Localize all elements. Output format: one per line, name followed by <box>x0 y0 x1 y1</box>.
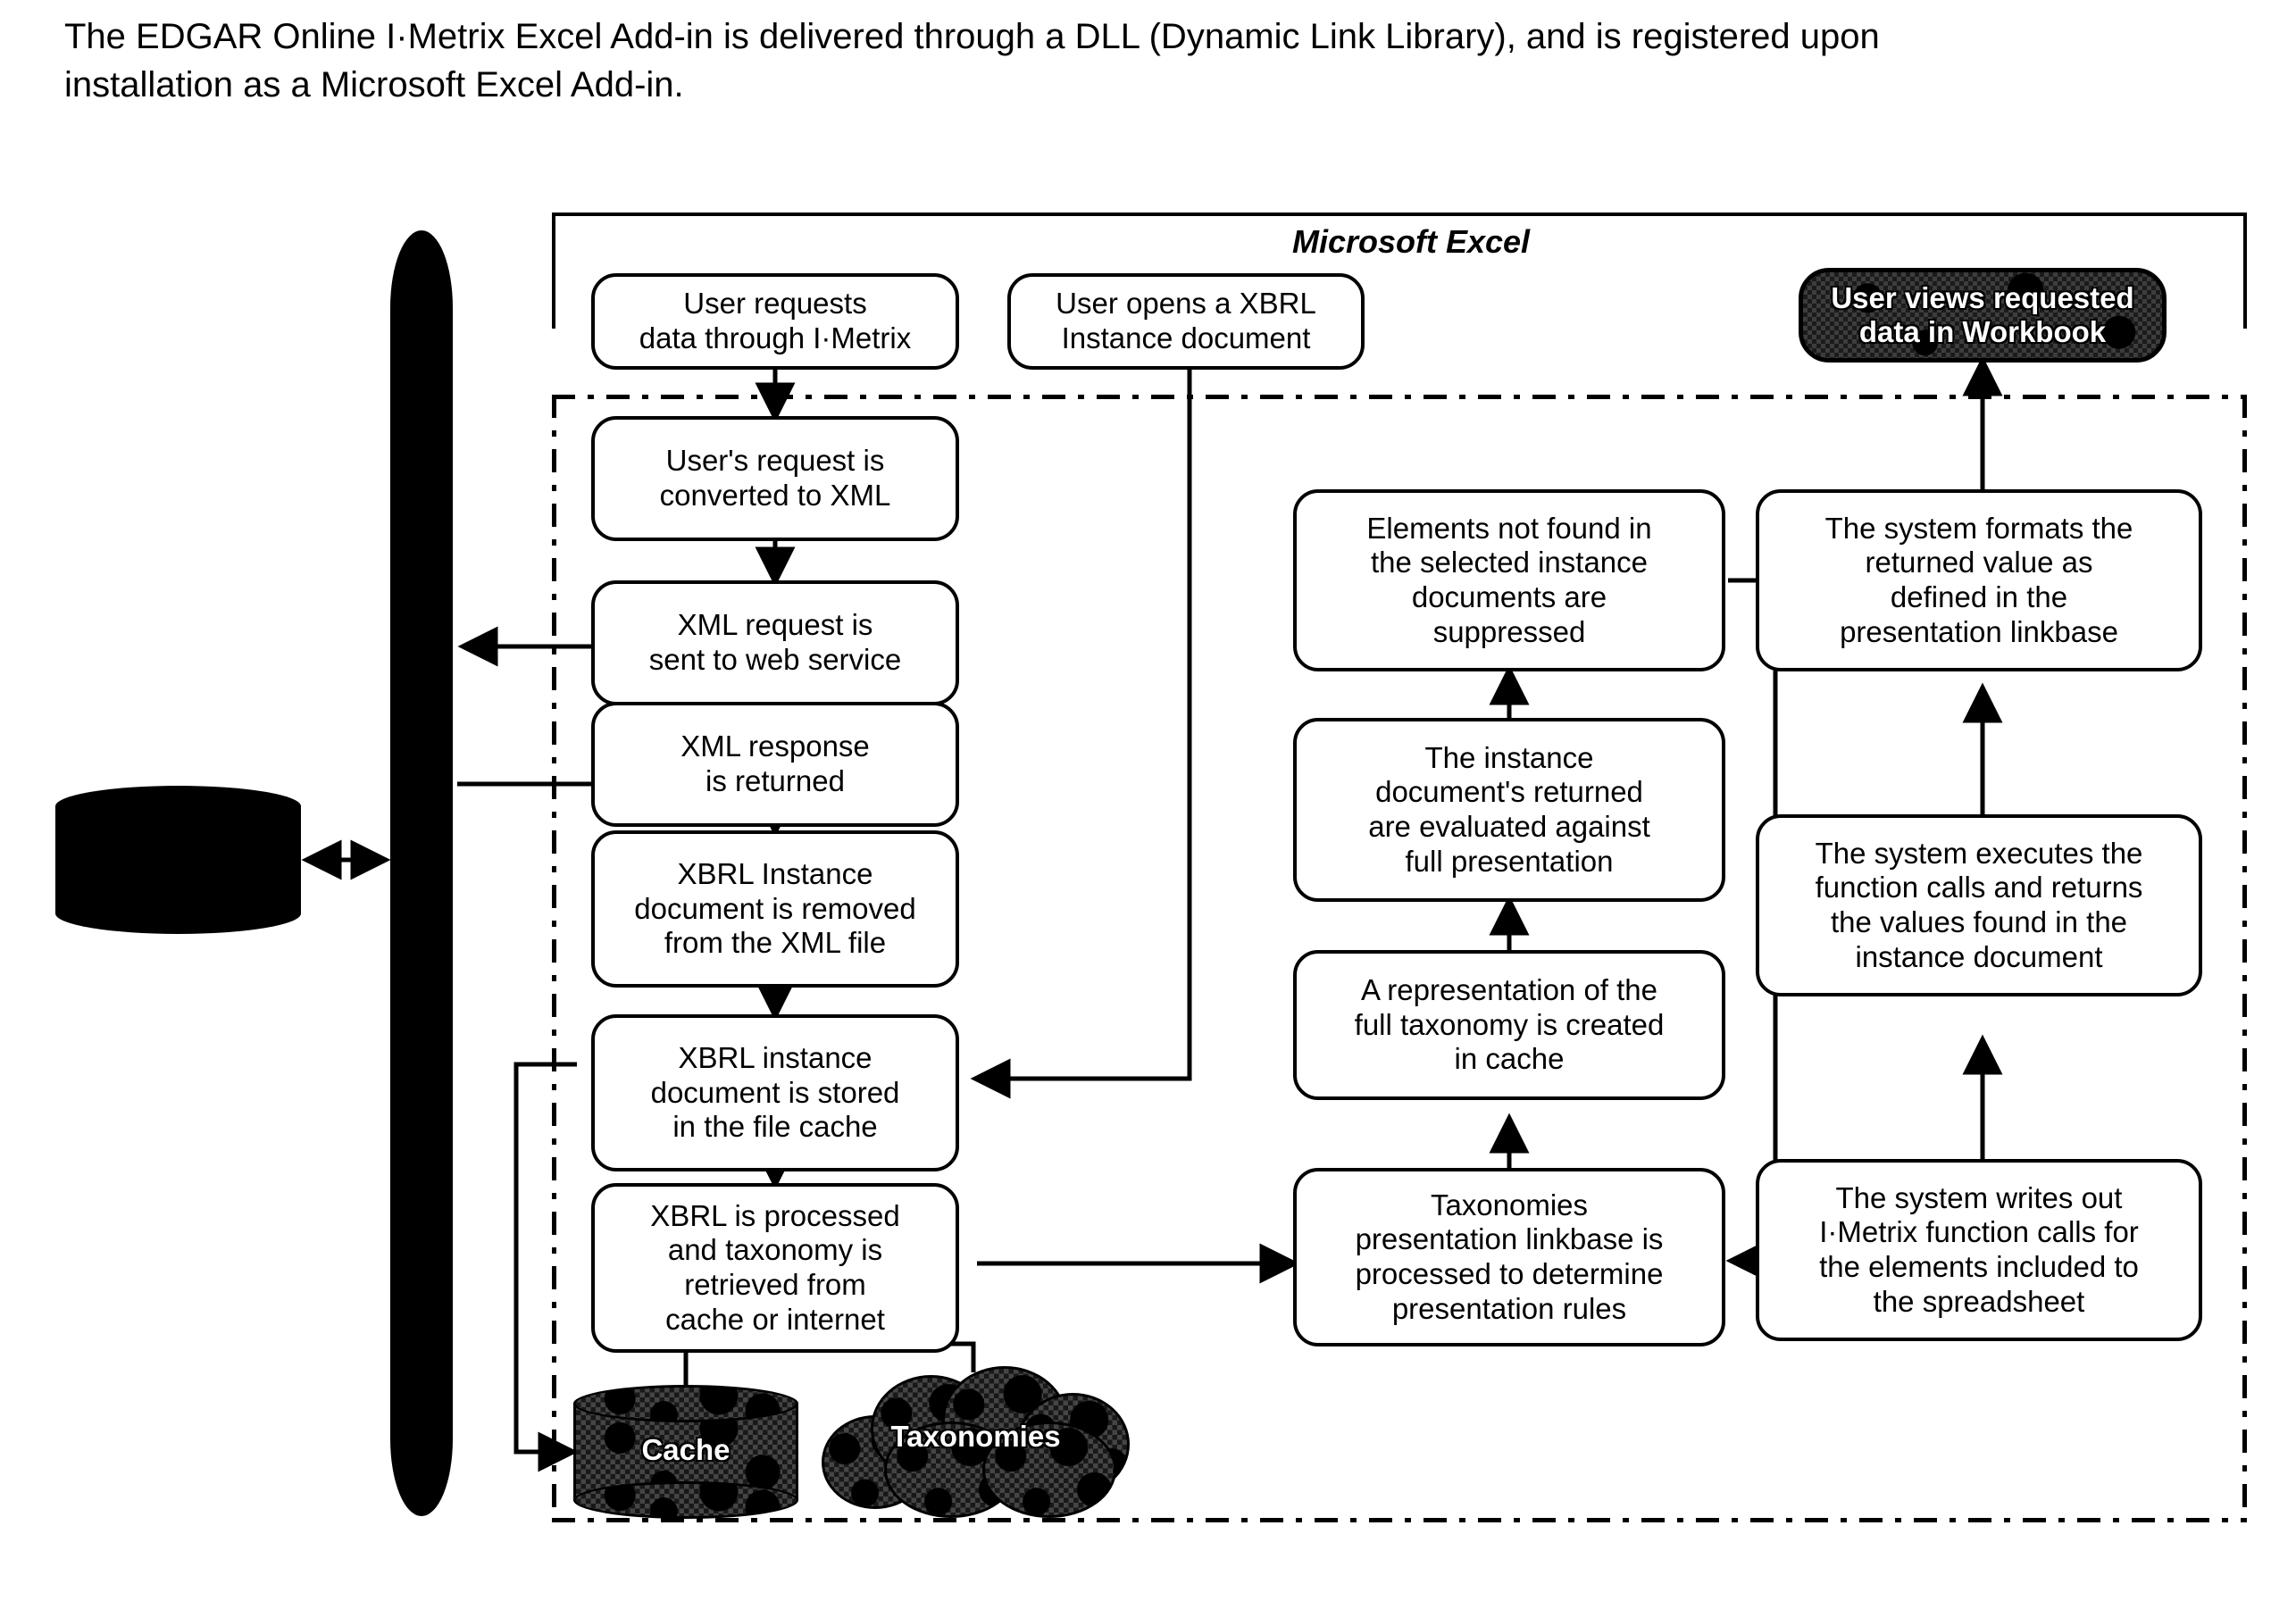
box-user-views-requested-data-label: User views requested data in Workbook <box>1831 281 2134 348</box>
cache-top <box>573 1385 798 1422</box>
box-system-executes-function-calls[interactable]: The system executes the function calls a… <box>1756 814 2202 996</box>
box-xml-request-sent[interactable]: XML request is sent to web service <box>591 580 959 705</box>
taxonomies-store-label: Taxonomies <box>890 1420 1061 1453</box>
box-elements-not-found-suppressed[interactable]: Elements not found in the selected insta… <box>1293 489 1725 671</box>
cache-store-label: Cache <box>641 1433 731 1466</box>
taxonomies-store-shape: Taxonomies <box>822 1366 1130 1518</box>
box-taxonomy-representation-in-cache[interactable]: A representation of the full taxonomy is… <box>1293 950 1725 1100</box>
cache-store-shape: Cache <box>573 1385 798 1519</box>
box-request-converted-to-xml[interactable]: User's request is converted to XML <box>591 416 959 541</box>
box-request-converted-to-xml-label: User's request is converted to XML <box>659 444 891 512</box>
box-xml-response-returned[interactable]: XML response is returned <box>591 702 959 827</box>
box-system-formats-returned-value-label: The system formats the returned value as… <box>1824 511 2133 648</box>
box-instance-documents-evaluated-label: The instance document's returned are eva… <box>1368 740 1650 878</box>
connector-layer <box>301 355 2003 1472</box>
box-linkbase-processed-rules-label: Taxonomies presentation linkbase is proc… <box>1355 1188 1664 1325</box>
box-xbrl-processed-taxonomy-retrieved[interactable]: XBRL is processed and taxonomy is retrie… <box>591 1183 959 1353</box>
box-user-views-requested-data[interactable]: User views requested data in Workbook <box>1799 268 2167 363</box>
diagram-canvas: Microsoft Excel User requests data throu… <box>0 0 2296 1609</box>
box-system-executes-function-calls-label: The system executes the function calls a… <box>1815 836 2143 973</box>
box-instance-stored-in-file-cache[interactable]: XBRL instance document is stored in the … <box>591 1014 959 1171</box>
box-xbrl-processed-taxonomy-retrieved-label: XBRL is processed and taxonomy is retrie… <box>650 1198 900 1336</box>
box-system-writes-function-calls-label: The system writes out I·Metrix function … <box>1819 1180 2139 1318</box>
box-linkbase-processed-rules[interactable]: Taxonomies presentation linkbase is proc… <box>1293 1168 1725 1346</box>
box-user-opens-xbrl[interactable]: User opens a XBRL Instance document <box>1007 273 1365 370</box>
box-elements-not-found-suppressed-label: Elements not found in the selected insta… <box>1366 511 1652 648</box>
box-instance-removed-from-xml[interactable]: XBRL Instance document is removed from t… <box>591 830 959 988</box>
box-xml-response-returned-label: XML response is returned <box>680 729 870 797</box>
box-user-requests[interactable]: User requests data through I·Metrix <box>591 273 959 370</box>
box-system-formats-returned-value[interactable]: The system formats the returned value as… <box>1756 489 2202 671</box>
box-user-opens-xbrl-label: User opens a XBRL Instance document <box>1056 287 1316 354</box>
box-instance-removed-from-xml-label: XBRL Instance document is removed from t… <box>634 857 916 960</box>
box-user-requests-label: User requests data through I·Metrix <box>639 287 912 354</box>
box-xml-request-sent-label: XML request is sent to web service <box>648 608 902 676</box>
box-instance-documents-evaluated[interactable]: The instance document's returned are eva… <box>1293 718 1725 902</box>
box-system-writes-function-calls[interactable]: The system writes out I·Metrix function … <box>1756 1159 2202 1341</box>
box-taxonomy-representation-in-cache-label: A representation of the full taxonomy is… <box>1354 973 1665 1076</box>
cache-bottom <box>573 1481 798 1519</box>
box-instance-stored-in-file-cache-label: XBRL instance document is stored in the … <box>650 1041 900 1144</box>
